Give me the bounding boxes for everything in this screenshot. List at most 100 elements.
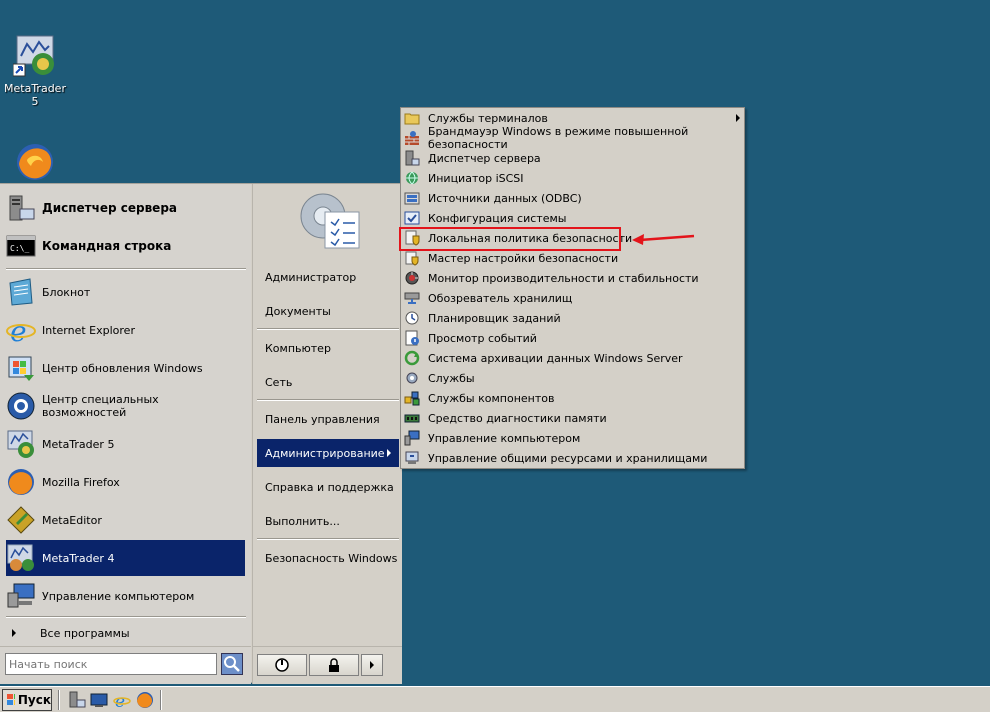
submenu-item-security-configuration-wizard[interactable]: Мастер настройки безопасности — [402, 248, 743, 268]
submenu-item-label: Службы терминалов — [428, 111, 548, 125]
separator — [257, 399, 399, 401]
right-item-label: Панель управления — [265, 412, 380, 426]
submenu-item-component-services[interactable]: Службы компонентов — [402, 388, 743, 408]
firefox-icon — [137, 692, 153, 708]
command-prompt-icon: C:\_ — [6, 231, 36, 261]
start-button[interactable]: Пуск — [2, 689, 52, 711]
right-item-label: Документы — [265, 304, 331, 318]
submenu-item-label: Конфигурация системы — [428, 211, 567, 225]
gear-icon — [406, 372, 418, 384]
quicklaunch-internet-explorer[interactable]: e — [113, 691, 131, 712]
desktop-icon-label: MetaTrader 5 — [4, 82, 66, 108]
program-notepad[interactable]: Блокнот — [6, 274, 245, 310]
separator — [257, 328, 399, 330]
right-item-documents[interactable]: Документы — [257, 297, 399, 325]
desktop-icon-firefox[interactable] — [0, 140, 70, 188]
program-internet-explorer[interactable]: e Internet Explorer — [6, 312, 245, 348]
submenu-item-server-manager[interactable]: Диспетчер сервера — [402, 148, 743, 168]
search-input[interactable] — [5, 653, 217, 675]
right-item-run[interactable]: Выполнить... — [257, 507, 399, 535]
program-label: MetaTrader 4 — [42, 551, 115, 565]
right-item-computer[interactable]: Компьютер — [257, 334, 399, 362]
power-button[interactable] — [257, 654, 307, 676]
submenu-item-label: Источники данных (ODBC) — [428, 191, 582, 205]
submenu-item-event-viewer[interactable]: Просмотр событий — [402, 328, 743, 348]
submenu-item-label: Обозреватель хранилищ — [428, 291, 573, 305]
program-metatrader4[interactable]: MetaTrader 4 — [6, 540, 245, 576]
submenu-item-computer-management[interactable]: Управление компьютером — [402, 428, 743, 448]
chevron-right-icon — [12, 629, 16, 637]
submenu-item-label: Монитор производительности и стабильност… — [428, 271, 699, 285]
metatrader-icon — [12, 34, 57, 78]
submenu-item-iscsi-initiator[interactable]: Инициатор iSCSI — [402, 168, 743, 188]
quicklaunch-server-manager[interactable] — [68, 691, 86, 709]
windows-logo-icon — [7, 694, 15, 705]
firefox-icon — [6, 467, 36, 497]
separator — [58, 690, 60, 710]
program-metaeditor[interactable]: MetaEditor — [6, 502, 245, 538]
right-item-control-panel[interactable]: Панель управления — [257, 405, 399, 433]
right-item-help-support[interactable]: Справка и поддержка — [257, 473, 399, 501]
submenu-item-label: Система архивации данных Windows Server — [428, 351, 683, 365]
submenu-item-windows-server-backup[interactable]: Система архивации данных Windows Server — [402, 348, 743, 368]
submenu-item-services[interactable]: Службы — [402, 368, 743, 388]
lock-icon — [329, 658, 339, 672]
submenu-item-share-storage-management[interactable]: Управление общими ресурсами и хранилищам… — [402, 448, 743, 468]
chevron-right-icon — [387, 449, 391, 457]
quicklaunch-firefox[interactable] — [136, 691, 154, 709]
taskbar: Пуск e — [0, 686, 990, 712]
program-accessibility-center[interactable]: Центр специальных возможностей — [6, 388, 245, 424]
submenu-item-task-scheduler[interactable]: Планировщик заданий — [402, 308, 743, 328]
all-programs[interactable]: Все программы — [6, 624, 245, 642]
start-menu: Диспетчер сервера C:\_ Командная строка … — [0, 183, 402, 684]
program-label: Internet Explorer — [42, 323, 135, 337]
pinned-item-label: Диспетчер сервера — [42, 201, 177, 215]
right-item-label: Компьютер — [265, 341, 331, 355]
svg-text:e: e — [115, 692, 125, 709]
program-label: Блокнот — [42, 285, 91, 299]
submenu-item-performance-monitor[interactable]: Монитор производительности и стабильност… — [402, 268, 743, 288]
pinned-server-manager[interactable]: Диспетчер сервера — [6, 190, 245, 226]
event-viewer-icon — [405, 330, 419, 346]
submenu-item-label: Службы компонентов — [428, 391, 555, 405]
submenu-item-storage-explorer[interactable]: Обозреватель хранилищ — [402, 288, 743, 308]
submenu-item-firewall[interactable]: Брандмауэр Windows в режиме повышенной б… — [402, 125, 743, 151]
quicklaunch-show-desktop[interactable] — [90, 691, 108, 709]
windows-update-icon — [6, 353, 36, 383]
server-manager-icon — [405, 150, 420, 166]
search-bar — [0, 646, 251, 684]
pinned-command-prompt[interactable]: C:\_ Командная строка — [6, 228, 245, 264]
pinned-item-label: Командная строка — [42, 239, 172, 253]
program-metatrader5[interactable]: MetaTrader 5 — [6, 426, 245, 462]
right-item-administrator[interactable]: Администратор — [257, 263, 399, 291]
firefox-icon — [13, 140, 57, 184]
right-item-network[interactable]: Сеть — [257, 368, 399, 396]
start-menu-left-pane: Диспетчер сервера C:\_ Командная строка … — [0, 184, 251, 646]
submenu-item-label: Диспетчер сервера — [428, 151, 541, 165]
firewall-icon — [405, 131, 419, 145]
submenu-item-memory-diagnostic[interactable]: Средство диагностики памяти — [402, 408, 743, 428]
share-storage-icon — [405, 451, 419, 464]
annotation-arrow-icon — [632, 234, 695, 245]
right-item-administrative-tools[interactable]: Администрирование — [257, 439, 399, 467]
component-services-icon — [404, 391, 420, 406]
program-firefox[interactable]: Mozilla Firefox — [6, 464, 245, 500]
svg-text:e: e — [10, 315, 27, 345]
memory-icon — [404, 414, 420, 423]
right-item-label: Сеть — [265, 375, 293, 389]
right-item-label: Администрирование — [265, 446, 385, 460]
security-wizard-icon — [405, 251, 419, 266]
program-label: MetaTrader 5 — [42, 437, 115, 451]
right-item-windows-security[interactable]: Безопасность Windows — [257, 544, 399, 572]
submenu-item-system-configuration[interactable]: Конфигурация системы — [402, 208, 743, 228]
folder-icon — [404, 113, 420, 125]
server-manager-icon — [6, 193, 36, 223]
desktop-icon-metatrader5[interactable]: MetaTrader 5 — [0, 34, 70, 108]
program-computer-management[interactable]: Управление компьютером — [6, 578, 245, 614]
computer-management-icon — [404, 430, 420, 446]
submenu-item-odbc[interactable]: Источники данных (ODBC) — [402, 188, 743, 208]
program-windows-update[interactable]: Центр обновления Windows — [6, 350, 245, 386]
lock-button[interactable] — [309, 654, 359, 676]
power-options-button[interactable] — [361, 654, 383, 676]
search-button[interactable] — [221, 653, 243, 675]
